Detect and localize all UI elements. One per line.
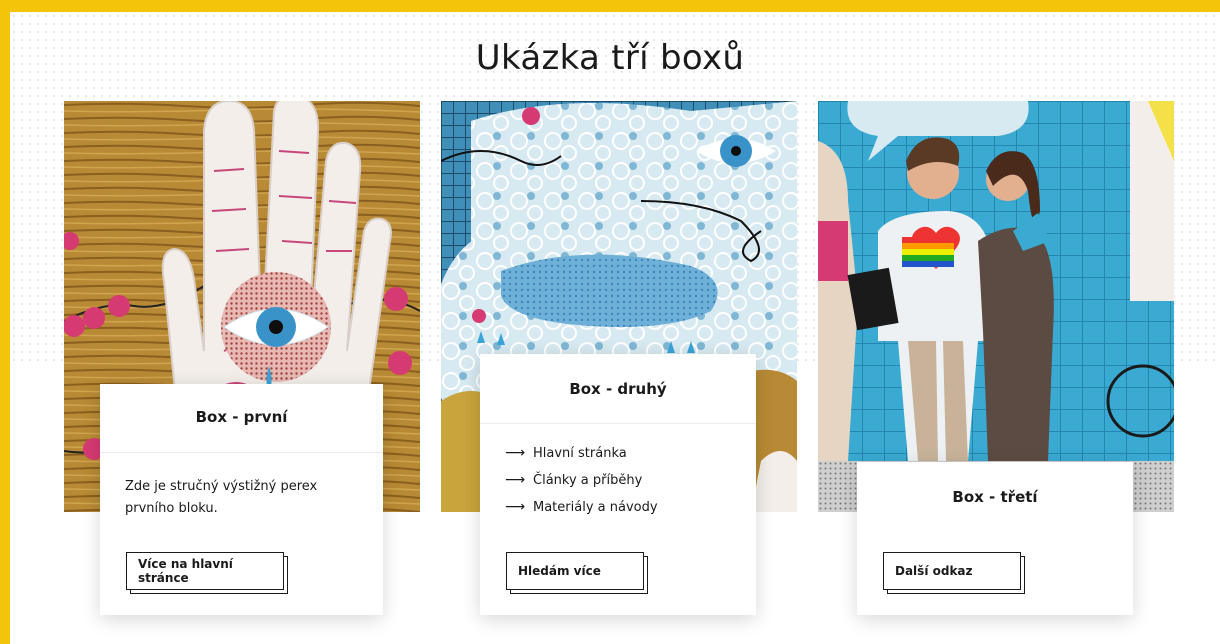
box-2-link-label: Hlavní stránka — [533, 446, 627, 461]
box-2-link-materials[interactable]: ⟶ Materiály a návody — [505, 494, 756, 521]
box-3-button-label[interactable]: Další odkaz — [883, 552, 1021, 590]
box-1-card: Box - první Zde je stručný výstižný pere… — [100, 384, 383, 615]
box-2-button-label[interactable]: Hledám více — [506, 552, 644, 590]
box-2-link-list: ⟶ Hlavní stránka ⟶ Články a příběhy ⟶ Ma… — [480, 424, 756, 521]
box-1-button[interactable]: Více na hlavní stránce — [126, 552, 288, 594]
box-1-text: Zde je stručný výstižný perex prvního bl… — [125, 479, 318, 516]
box-3-button[interactable]: Další odkaz — [883, 552, 1025, 594]
box-2-link-home[interactable]: ⟶ Hlavní stránka — [505, 440, 756, 467]
box-1-button-label[interactable]: Více na hlavní stránce — [126, 552, 284, 590]
arrow-right-icon: ⟶ — [505, 499, 526, 515]
box-3-card: Box - třetí Další odkaz — [857, 462, 1133, 615]
box-1-title: Box - první — [195, 408, 288, 426]
box-2-link-label: Články a příběhy — [533, 473, 643, 488]
box-2-link-label: Materiály a návody — [533, 500, 658, 515]
arrow-right-icon: ⟶ — [505, 445, 526, 461]
arrow-right-icon: ⟶ — [505, 472, 526, 488]
box-3-title: Box - třetí — [952, 488, 1038, 506]
box-2-card: Box - druhý ⟶ Hlavní stránka ⟶ Články a … — [480, 354, 756, 615]
box-2-title: Box - druhý — [569, 380, 667, 398]
box-2-button[interactable]: Hledám více — [506, 552, 648, 594]
box-2-link-articles[interactable]: ⟶ Články a příběhy — [505, 467, 756, 494]
page-title: Ukázka tří boxů — [475, 38, 745, 78]
box-3-image — [818, 101, 1174, 512]
